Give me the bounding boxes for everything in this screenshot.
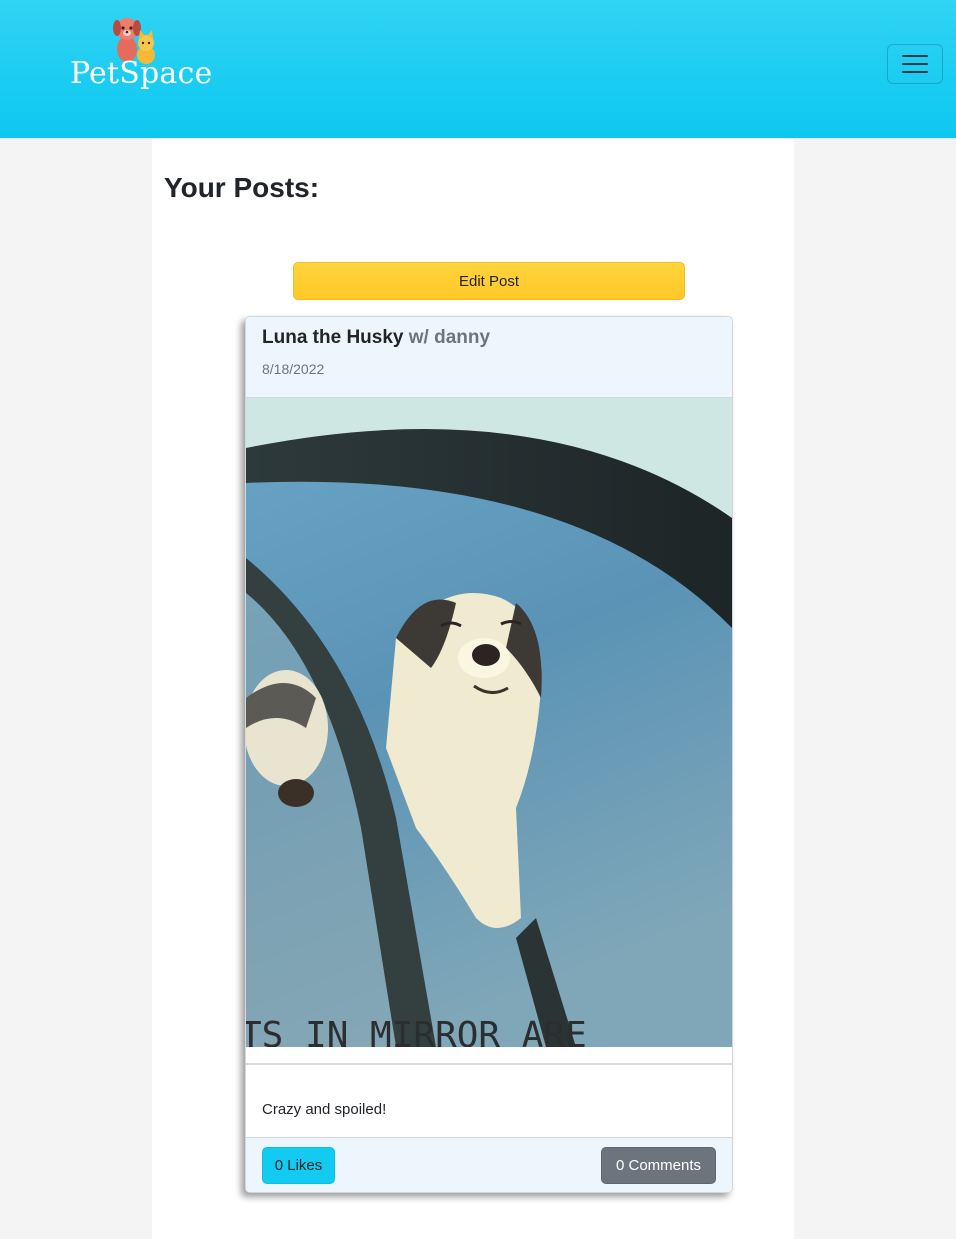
page-title: Your Posts: [164, 172, 320, 203]
husky-photo: TS IN MIRROR ARE [246, 398, 732, 1047]
edit-post-button[interactable]: Edit Post [293, 262, 685, 300]
post-card: Luna the Husky w/ danny 8/18/2022 TS IN … [245, 316, 733, 1193]
pet-name: Luna the Husky [262, 327, 404, 348]
mirror-warning-text: TS IN MIRROR ARE [246, 1015, 587, 1047]
top-navbar: PetSpace [0, 0, 956, 138]
post-owner: w/ danny [408, 327, 491, 348]
comments-button[interactable]: 0 Comments [601, 1147, 716, 1184]
brand-logo[interactable]: PetSpace [70, 16, 213, 100]
menu-toggle-button[interactable] [887, 44, 943, 84]
card-divider [246, 1063, 732, 1065]
post-caption: Crazy and spoiled! [262, 1101, 387, 1118]
post-card-footer: 0 Likes 0 Comments [246, 1137, 732, 1192]
post-date: 8/18/2022 [262, 361, 325, 377]
post-card-header: Luna the Husky w/ danny 8/18/2022 [246, 317, 732, 398]
main-content: Your Posts: Edit Post Luna the Husky w/ … [152, 138, 794, 1239]
likes-button[interactable]: 0 Likes [262, 1147, 335, 1184]
hamburger-menu-icon [902, 55, 928, 73]
brand-name: PetSpace [70, 56, 213, 91]
post-title: Luna the Husky w/ danny [262, 327, 490, 349]
